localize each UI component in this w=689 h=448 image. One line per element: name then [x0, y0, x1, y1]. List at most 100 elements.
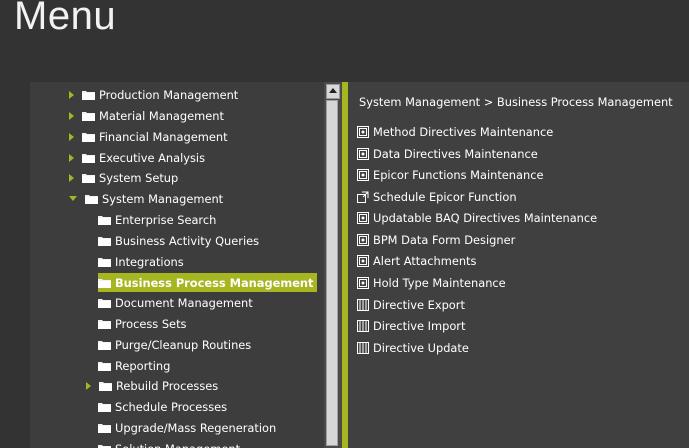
folder-icon — [82, 173, 95, 183]
breadcrumb: System Management > Business Process Man… — [359, 95, 673, 109]
tree-item-label: Enterprise Search — [115, 212, 217, 227]
menu-tree: Production Management Material Management… — [30, 82, 324, 448]
form-icon — [357, 169, 369, 181]
folder-icon — [98, 215, 111, 225]
folder-icon — [82, 153, 95, 163]
folder-icon — [99, 381, 112, 391]
folder-icon — [98, 257, 111, 267]
menu-item[interactable]: Data Directives Maintenance — [357, 145, 538, 163]
collapsed-arrow-icon[interactable] — [69, 173, 74, 182]
form-icon — [357, 126, 369, 138]
folder-icon — [98, 402, 111, 412]
folder-icon — [82, 111, 95, 121]
scroll-up-button[interactable] — [326, 84, 340, 99]
menu-item-label: Epicor Functions Maintenance — [373, 168, 544, 182]
menu-item[interactable]: Alert Attachments — [357, 252, 476, 270]
collapsed-arrow-icon[interactable] — [69, 153, 74, 162]
folder-icon — [85, 194, 98, 204]
menu-item[interactable]: Directive Export — [357, 296, 465, 314]
report-icon — [357, 299, 369, 311]
menu-item-label: Method Directives Maintenance — [373, 125, 554, 139]
folder-icon — [82, 132, 95, 142]
tree-item-label: System Setup — [99, 170, 179, 185]
folder-icon — [98, 319, 111, 329]
menu-item[interactable]: Directive Import — [357, 317, 465, 335]
form-icon — [357, 212, 369, 224]
menu-item-label: Schedule Epicor Function — [373, 190, 517, 204]
collapsed-arrow-icon[interactable] — [69, 132, 74, 141]
process-icon — [357, 191, 369, 203]
tree-item-label: Solution Management — [115, 442, 240, 448]
tree-item-label: Business Process Management — [115, 275, 314, 290]
collapsed-arrow-icon[interactable] — [86, 381, 91, 390]
menu-item[interactable]: Updatable BAQ Directives Maintenance — [357, 209, 597, 227]
tree-item[interactable]: Business Activity Queries — [98, 231, 259, 250]
menu-item-label: Updatable BAQ Directives Maintenance — [373, 211, 598, 225]
menu-item[interactable]: Directive Update — [357, 339, 469, 357]
menu-item[interactable]: Hold Type Maintenance — [357, 274, 506, 292]
tree-item[interactable]: Schedule Processes — [98, 397, 227, 416]
menu-item[interactable]: Epicor Functions Maintenance — [357, 166, 544, 184]
tree-item[interactable]: Rebuild Processes — [86, 376, 218, 395]
form-icon — [357, 148, 369, 160]
folder-icon — [98, 423, 111, 433]
tree-item-label: Production Management — [99, 87, 239, 102]
tree-item[interactable]: System Setup — [69, 168, 178, 187]
menu-item-label: Directive Export — [373, 298, 465, 312]
folder-icon — [98, 444, 111, 448]
tree-item[interactable]: Integrations — [98, 252, 184, 271]
tree-item-label: System Management — [102, 191, 224, 206]
tree-item[interactable]: Upgrade/Mass Regeneration — [98, 418, 276, 437]
report-icon — [357, 342, 369, 354]
tree-item-label: Financial Management — [99, 129, 228, 144]
scroll-thumb[interactable] — [326, 100, 338, 446]
tree-item-label: Reporting — [115, 358, 171, 373]
tree-item-label: Document Management — [115, 295, 253, 310]
expanded-arrow-icon[interactable] — [69, 196, 77, 201]
tree-item[interactable]: Solution Management — [98, 439, 240, 448]
tree-item-label: Material Management — [99, 108, 224, 123]
menu-item-label: Data Directives Maintenance — [373, 147, 538, 161]
tree-item-label: Integrations — [115, 254, 184, 269]
tree-item[interactable]: Process Sets — [98, 314, 186, 333]
menu-item-label: Directive Import — [373, 319, 466, 333]
folder-icon — [98, 361, 111, 371]
menu-item[interactable]: BPM Data Form Designer — [357, 231, 515, 249]
menu-item[interactable]: Schedule Epicor Function — [357, 188, 517, 206]
menu-item[interactable]: Method Directives Maintenance — [357, 123, 553, 141]
folder-icon — [98, 298, 111, 308]
menu-item-label: BPM Data Form Designer — [373, 233, 516, 247]
tree-item[interactable]: Business Process Management — [98, 273, 318, 292]
folder-icon — [82, 90, 95, 100]
tree-scrollbar[interactable] — [324, 82, 342, 448]
collapsed-arrow-icon[interactable] — [69, 111, 74, 120]
tree-item-label: Executive Analysis — [99, 150, 206, 165]
tree-item[interactable]: System Management — [69, 189, 223, 208]
tree-item[interactable]: Enterprise Search — [98, 210, 216, 229]
folder-icon — [98, 340, 111, 350]
collapsed-arrow-icon[interactable] — [69, 90, 74, 99]
tree-item-label: Purge/Cleanup Routines — [115, 337, 252, 352]
tree-item-label: Business Activity Queries — [115, 233, 260, 248]
tree-item-label: Schedule Processes — [115, 399, 228, 414]
arrow-up-icon — [329, 88, 337, 93]
tree-item[interactable]: Material Management — [69, 106, 224, 125]
tree-item-label: Upgrade/Mass Regeneration — [115, 420, 277, 435]
form-icon — [357, 277, 369, 289]
menu-item-label: Alert Attachments — [373, 254, 477, 268]
folder-icon — [98, 236, 111, 246]
tree-item[interactable]: Executive Analysis — [69, 148, 205, 167]
tree-item[interactable]: Financial Management — [69, 127, 228, 146]
menu-item-label: Hold Type Maintenance — [373, 276, 506, 290]
folder-icon — [98, 278, 111, 288]
tree-item[interactable]: Purge/Cleanup Routines — [98, 335, 251, 354]
menu-item-label: Directive Update — [373, 341, 469, 355]
tree-item[interactable]: Document Management — [98, 293, 253, 312]
form-icon — [357, 234, 369, 246]
tree-item-label: Rebuild Processes — [116, 378, 219, 393]
page-title: Menu — [14, 0, 117, 38]
tree-item[interactable]: Production Management — [69, 85, 238, 104]
report-icon — [357, 320, 369, 332]
tree-item-label: Process Sets — [115, 316, 187, 331]
tree-item[interactable]: Reporting — [98, 356, 170, 375]
